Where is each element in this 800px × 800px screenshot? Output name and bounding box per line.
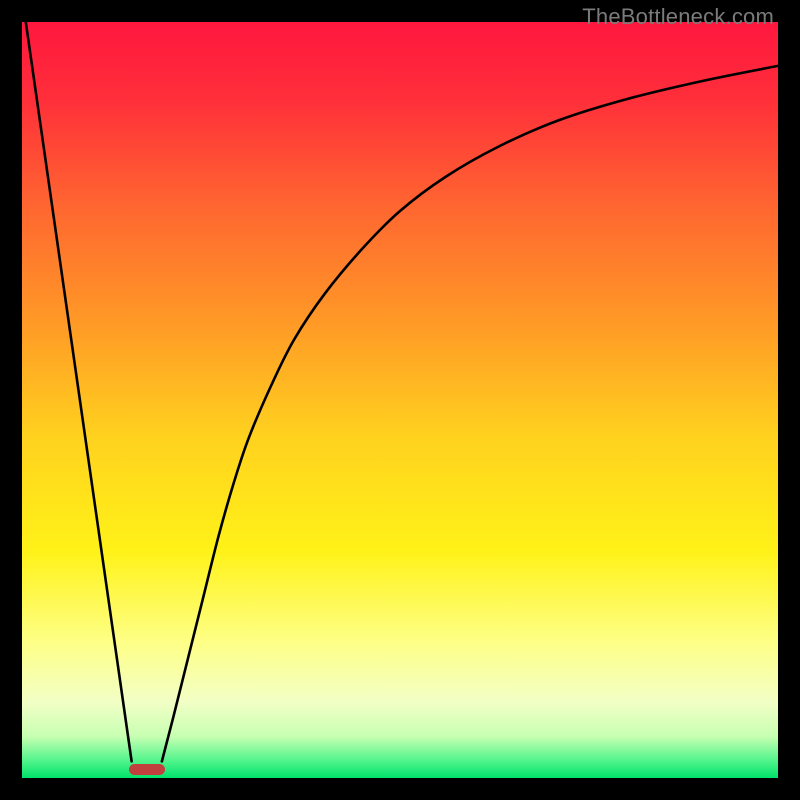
watermark-text: TheBottleneck.com — [582, 4, 774, 30]
gradient-background — [22, 22, 778, 778]
chart-svg — [22, 22, 778, 778]
bottleneck-marker — [129, 764, 165, 775]
chart-frame — [22, 22, 778, 778]
